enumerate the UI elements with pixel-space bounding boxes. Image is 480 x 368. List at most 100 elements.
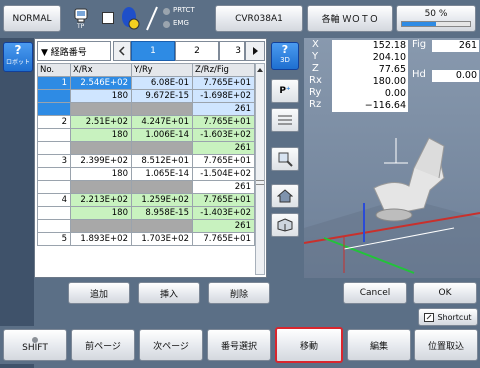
cell-y[interactable]: 8.512E+01 — [131, 154, 193, 168]
shift-button[interactable]: SHIFT — [3, 329, 67, 361]
value-rx: 180.00 — [332, 76, 408, 88]
ok-button[interactable]: OK — [413, 282, 477, 304]
next-page-label: 次ページ — [153, 341, 189, 352]
table-scrollbar[interactable] — [255, 63, 265, 275]
prev-page-button[interactable]: 前ページ — [71, 329, 135, 361]
cell-x[interactable]: 2.399E+02 — [70, 154, 132, 168]
cell-y[interactable]: 1.259E+02 — [131, 193, 193, 207]
robot-name-button[interactable]: CVR038A1 — [215, 5, 303, 32]
cell-z[interactable]: 7.765E+01 — [192, 232, 255, 246]
cell-z[interactable]: 7.765E+01 — [192, 76, 255, 90]
table-row[interactable]: 261 — [37, 141, 255, 155]
view-tool-button[interactable] — [271, 213, 299, 237]
path-number-dropdown[interactable]: ▼ 経路番号 — [37, 41, 111, 61]
path-table: No. X/Rx Y/Ry Z/Rz/Fig 1 2.546E+02 6.08E… — [37, 63, 255, 246]
mode-label: NORMAL — [12, 13, 52, 24]
axis-mode-button[interactable]: 各軸 ＷＯＴＯ — [307, 5, 393, 32]
cell-y[interactable]: 1.703E+02 — [131, 232, 193, 246]
number-select-button[interactable]: 番号選択 — [207, 329, 271, 361]
cell-z[interactable]: 7.765E+01 — [192, 154, 255, 168]
robot-help-button[interactable]: ? ロボット — [3, 42, 33, 72]
label-x: X — [312, 39, 319, 50]
cell-empty — [70, 180, 132, 194]
cell-fig[interactable]: 261 — [192, 180, 255, 194]
cell-x[interactable]: 2.546E+02 — [70, 76, 132, 90]
cell-ry[interactable]: 1.065E-14 — [131, 167, 193, 181]
cell-x[interactable]: 1.893E+02 — [70, 232, 132, 246]
cell-rx[interactable]: 180 — [70, 206, 132, 220]
table-row[interactable]: 261 — [37, 219, 255, 233]
label-fig: Fig — [412, 39, 427, 50]
cell-rz[interactable]: -1.603E+02 — [192, 128, 255, 142]
tab-3[interactable]: 3 — [219, 41, 245, 61]
cell-rx[interactable]: 180 — [70, 167, 132, 181]
table-row[interactable]: 180 9.672E-15 -1.698E+02 — [37, 89, 255, 103]
tab-1[interactable]: 1 — [131, 41, 175, 61]
col-header-z: Z/Rz/Fig — [192, 63, 255, 77]
table-row[interactable]: 2 2.51E+02 4.247E+01 7.765E+01 — [37, 115, 255, 129]
prev-page-label: 前ページ — [85, 341, 121, 352]
cell-x[interactable]: 2.51E+02 — [70, 115, 132, 129]
zoom-tool-button[interactable] — [271, 147, 299, 171]
next-page-button[interactable]: 次ページ — [139, 329, 203, 361]
cell-z[interactable]: 7.765E+01 — [192, 115, 255, 129]
row-number — [37, 167, 71, 181]
home-tool-button[interactable] — [271, 184, 299, 208]
speed-button[interactable]: 50 % — [396, 5, 476, 32]
cell-z[interactable]: 7.765E+01 — [192, 193, 255, 207]
move-button[interactable]: 移動 — [275, 327, 343, 363]
point-tool-button[interactable]: P⁺ — [271, 79, 299, 103]
safety-status: PRTCT EMG — [163, 5, 213, 33]
add-button[interactable]: 追加 — [68, 282, 130, 304]
cell-ry[interactable]: 9.672E-15 — [131, 89, 193, 103]
table-row[interactable]: 180 1.006E-14 -1.603E+02 — [37, 128, 255, 142]
table-row[interactable]: 261 — [37, 102, 255, 116]
zoom-icon — [278, 152, 293, 167]
cell-x[interactable]: 2.213E+02 — [70, 193, 132, 207]
delete-button[interactable]: 削除 — [208, 282, 270, 304]
value-y: 204.10 — [332, 52, 408, 64]
cell-rz[interactable]: -1.403E+02 — [192, 206, 255, 220]
cell-fig[interactable]: 261 — [192, 141, 255, 155]
table-row[interactable]: 261 — [37, 180, 255, 194]
tab-prev-button[interactable] — [113, 41, 131, 61]
scroll-up-icon[interactable] — [257, 66, 263, 72]
table-row[interactable]: 180 1.065E-14 -1.504E+02 — [37, 167, 255, 181]
cancel-button[interactable]: Cancel — [343, 282, 407, 304]
edit-button[interactable]: 編集 — [347, 329, 411, 361]
cell-rx[interactable]: 180 — [70, 128, 132, 142]
list-tool-button[interactable] — [271, 108, 299, 132]
cell-fig[interactable]: 261 — [192, 102, 255, 116]
shortcut-button[interactable]: Shortcut — [418, 308, 478, 326]
table-row[interactable]: 5 1.893E+02 1.703E+02 7.765E+01 — [37, 232, 255, 246]
table-row[interactable]: 1 2.546E+02 6.08E-01 7.765E+01 — [37, 76, 255, 90]
cell-rz[interactable]: -1.504E+02 — [192, 167, 255, 181]
tab-2[interactable]: 2 — [175, 41, 219, 61]
teach-pendant-icon: TP — [67, 6, 97, 34]
cell-ry[interactable]: 1.006E-14 — [131, 128, 193, 142]
insert-button[interactable]: 挿入 — [138, 282, 200, 304]
value-ry: 0.00 — [332, 88, 408, 100]
mode-button[interactable]: NORMAL — [3, 5, 61, 32]
cell-rx[interactable]: 180 — [70, 89, 132, 103]
table-row[interactable]: 3 2.399E+02 8.512E+01 7.765E+01 — [37, 154, 255, 168]
viewport-3d[interactable]: X 152.18 Y 204.10 Z 77.65 Rx 180.00 Ry 0… — [304, 38, 480, 278]
cell-y[interactable]: 6.08E-01 — [131, 76, 193, 90]
table-row[interactable]: 4 2.213E+02 1.259E+02 7.765E+01 — [37, 193, 255, 207]
path-table-panel: ▼ 経路番号 1 2 3 No. X/Rx Y/Ry Z/Rz/Fig 1 2.… — [34, 38, 267, 278]
view3d-label: 3D — [280, 56, 290, 64]
tab-next-button[interactable] — [245, 41, 265, 61]
cell-ry[interactable]: 8.958E-15 — [131, 206, 193, 220]
cell-fig[interactable]: 261 — [192, 219, 255, 233]
scroll-thumb[interactable] — [256, 180, 264, 185]
help-glyph: ? — [14, 43, 22, 57]
position-take-button[interactable]: 位置取込 — [414, 329, 478, 361]
view3d-help-button[interactable]: ? 3D — [271, 42, 299, 70]
shortcut-icon — [424, 312, 435, 322]
tab-2-label: 2 — [194, 46, 200, 56]
table-row[interactable]: 180 8.958E-15 -1.403E+02 — [37, 206, 255, 220]
cell-y[interactable]: 4.247E+01 — [131, 115, 193, 129]
cancel-label: Cancel — [359, 288, 391, 298]
cell-rz[interactable]: -1.698E+02 — [192, 89, 255, 103]
number-select-label: 番号選択 — [220, 341, 257, 352]
